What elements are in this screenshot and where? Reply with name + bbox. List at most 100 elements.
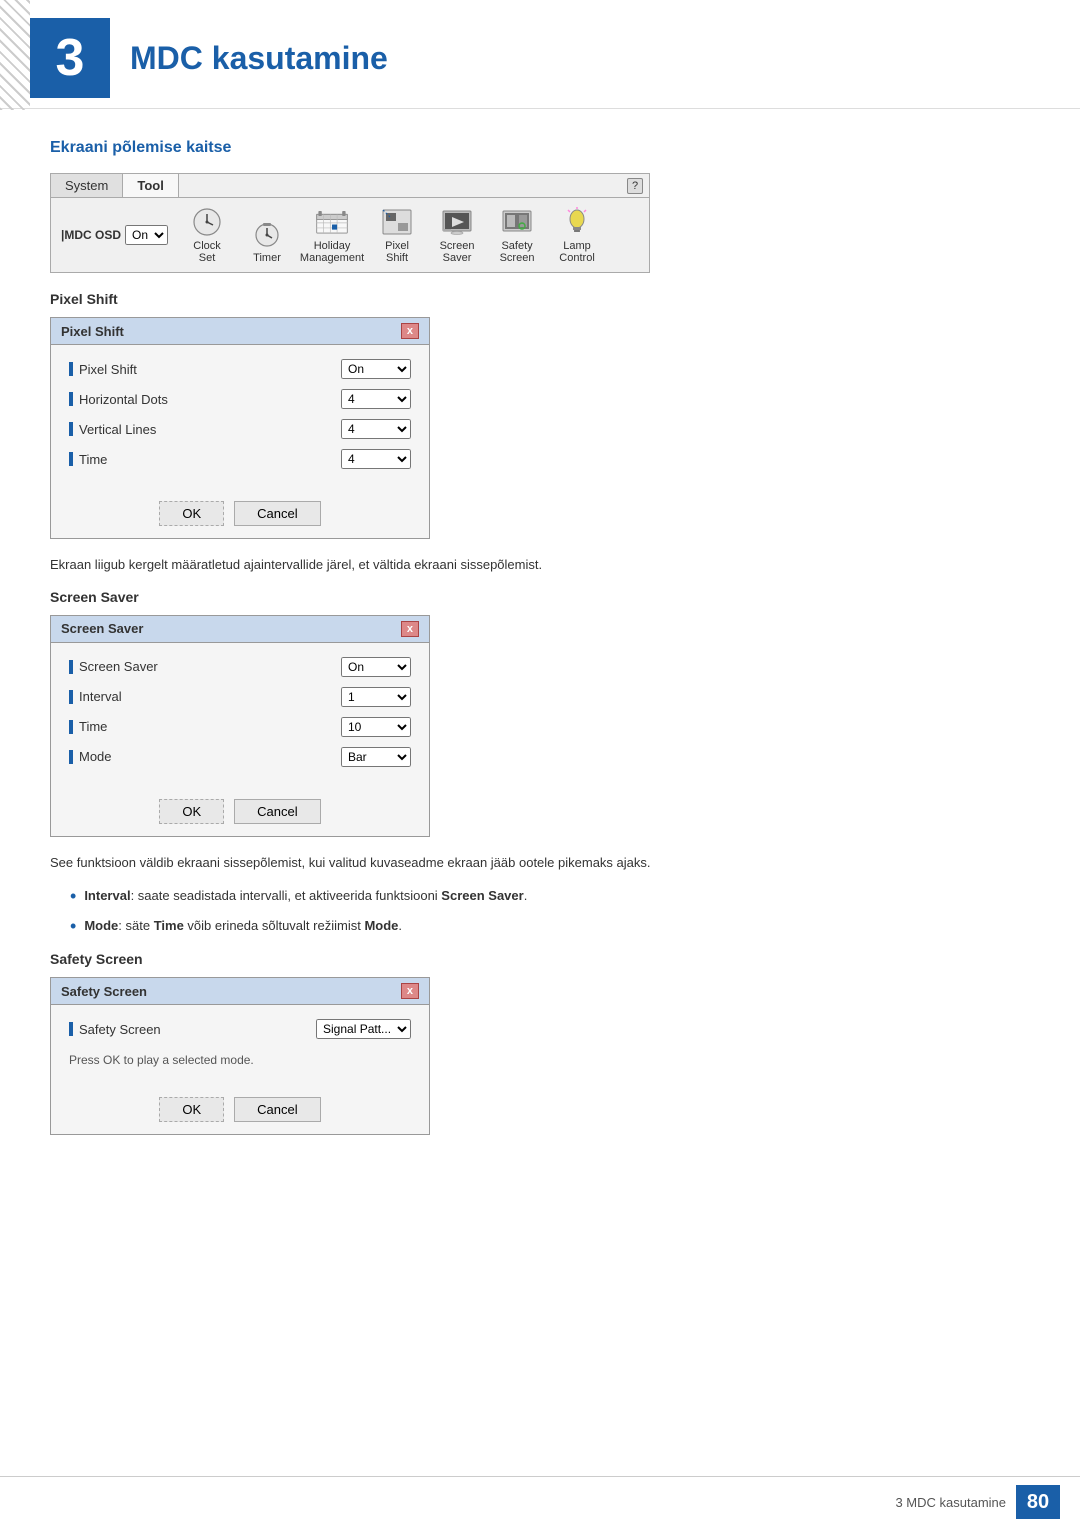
safety-screen-dialog-footer: OK Cancel (51, 1089, 429, 1134)
pixel-shift-label-0: Pixel Shift (69, 362, 137, 377)
safety-bar-0 (69, 1022, 73, 1036)
page-header: 3 MDC kasutamine (0, 0, 1080, 109)
ss-select-2[interactable]: 10515 (341, 717, 411, 737)
clock-set-icon (189, 206, 225, 238)
mdc-osd-select[interactable]: On Off (125, 225, 168, 245)
ss-select-0[interactable]: OnOff (341, 657, 411, 677)
bullet-text-1: Mode: säte Time võib erineda sõltuvalt r… (84, 916, 402, 936)
pixel-shift-label: Pixel (385, 240, 409, 252)
help-button[interactable]: ? (627, 178, 643, 194)
pixel-shift-dialog-body: Pixel Shift OnOff Horizontal Dots 428 (51, 345, 429, 493)
diagonal-pattern (0, 0, 30, 110)
ss-label-0: Screen Saver (69, 659, 158, 674)
chapter-title: MDC kasutamine (130, 40, 388, 77)
safety-screen-cancel-button[interactable]: Cancel (234, 1097, 320, 1122)
ss-label-2: Time (69, 719, 107, 734)
screen-saver-ok-button[interactable]: OK (159, 799, 224, 824)
ss-bar-0 (69, 660, 73, 674)
ss-select-1[interactable]: 125 (341, 687, 411, 707)
toolbar-icon-pixel-shift[interactable]: Pixel Shift (372, 206, 422, 264)
screen-saver-dialog-footer: OK Cancel (51, 791, 429, 836)
bullet-item-1: • Mode: säte Time võib erineda sõltuvalt… (70, 916, 1030, 938)
pixel-shift-dialog-title: Pixel Shift (61, 324, 124, 339)
bullet-text-0: Interval: saate seadistada intervalli, e… (84, 886, 527, 906)
bullet-list: • Interval: saate seadistada intervalli,… (70, 886, 1030, 937)
screen-saver-row-0: Screen Saver OnOff (69, 657, 411, 677)
ss-bar-1 (69, 690, 73, 704)
footer-text: 3 MDC kasutamine (895, 1495, 1006, 1510)
pixel-shift-icon (379, 206, 415, 238)
safety-screen-close-button[interactable]: x (401, 983, 419, 999)
pixel-shift-select-0[interactable]: OnOff (341, 359, 411, 379)
pixel-shift-dialog-footer: OK Cancel (51, 493, 429, 538)
safety-screen-icon (499, 206, 535, 238)
timer-icon (249, 218, 285, 250)
section-title: Ekraani põlemise kaitse (50, 139, 1030, 159)
screen-saver-title: Screen Saver (50, 589, 1030, 605)
ss-bar-3 (69, 750, 73, 764)
pixel-shift-close-button[interactable]: x (401, 323, 419, 339)
lamp-control-label: Lamp (563, 240, 591, 252)
safety-screen-ok-button[interactable]: OK (159, 1097, 224, 1122)
mdc-osd-label: |MDC OSD (61, 228, 121, 242)
pixel-shift-label-3: Time (69, 452, 107, 467)
screen-saver-row-2: Time 10515 (69, 717, 411, 737)
screen-saver-description: See funktsioon väldib ekraani sissepõlem… (50, 853, 1030, 873)
holiday-icon (314, 206, 350, 238)
pixel-shift-row-2: Vertical Lines 428 (69, 419, 411, 439)
safety-screen-dialog-title: Safety Screen (61, 984, 147, 999)
screen-saver-close-button[interactable]: x (401, 621, 419, 637)
toolbar-body: |MDC OSD On Off (51, 198, 649, 272)
screen-saver-cancel-button[interactable]: Cancel (234, 799, 320, 824)
safety-press-msg: Press OK to play a selected mode. (69, 1049, 411, 1075)
toolbar-icon-holiday[interactable]: Holiday Management (302, 206, 362, 264)
clock-set-label2: Set (199, 252, 216, 264)
tab-tool[interactable]: Tool (123, 174, 178, 197)
safety-screen-dialog-body: Safety Screen Signal Patt...WhiteScroll … (51, 1005, 429, 1089)
pixel-shift-dialog: Pixel Shift x Pixel Shift OnOff Horizont… (50, 317, 430, 539)
ss-label-1: Interval (69, 689, 122, 704)
main-content: Ekraani põlemise kaitse System Tool ? |M… (0, 119, 1080, 1171)
ss-label-3: Mode (69, 749, 112, 764)
safety-select-0[interactable]: Signal Patt...WhiteScroll (316, 1019, 411, 1039)
chapter-box: 3 (30, 18, 110, 98)
pixel-shift-title: Pixel Shift (50, 291, 1030, 307)
safety-screen-row-0: Safety Screen Signal Patt...WhiteScroll (69, 1019, 411, 1039)
pixel-shift-select-3[interactable]: 428 (341, 449, 411, 469)
screen-saver-label2: Saver (443, 252, 472, 264)
safety-screen-dialog: Safety Screen x Safety Screen Signal Pat… (50, 977, 430, 1135)
pixel-shift-row-0: Pixel Shift OnOff (69, 359, 411, 379)
bar-icon-0 (69, 362, 73, 376)
pixel-shift-select-2[interactable]: 428 (341, 419, 411, 439)
pixel-shift-cancel-button[interactable]: Cancel (234, 501, 320, 526)
pixel-shift-label-2: Vertical Lines (69, 422, 156, 437)
pixel-shift-row-3: Time 428 (69, 449, 411, 469)
ss-select-3[interactable]: BarPixelRolling (341, 747, 411, 767)
screen-saver-dialog: Screen Saver x Screen Saver OnOff Interv… (50, 615, 430, 837)
screen-saver-label: Screen (440, 240, 475, 252)
bullet-dot-1: • (70, 916, 76, 938)
pixel-shift-row-1: Horizontal Dots 428 (69, 389, 411, 409)
pixel-shift-label2: Shift (386, 252, 408, 264)
pixel-shift-description: Ekraan liigub kergelt määratletud ajaint… (50, 555, 1030, 575)
pixel-shift-ok-button[interactable]: OK (159, 501, 224, 526)
safety-screen-title: Safety Screen (50, 951, 1030, 967)
toolbar-icon-screen-saver[interactable]: Screen Saver (432, 206, 482, 264)
footer-page-number: 80 (1016, 1485, 1060, 1519)
toolbar-icon-clock-set[interactable]: Clock Set (182, 206, 232, 264)
lamp-control-label2: Control (559, 252, 594, 264)
toolbar-tabs: System Tool ? (51, 174, 649, 198)
chapter-number: 3 (56, 32, 85, 84)
toolbar-icon-safety-screen[interactable]: Safety Screen (492, 206, 542, 264)
page-footer: 3 MDC kasutamine 80 (0, 1476, 1080, 1527)
screen-saver-dialog-titlebar: Screen Saver x (51, 616, 429, 643)
clock-set-label: Clock (193, 240, 221, 252)
pixel-shift-select-1[interactable]: 428 (341, 389, 411, 409)
toolbar-icon-lamp-control[interactable]: Lamp Control (552, 206, 602, 264)
tab-system[interactable]: System (51, 174, 123, 197)
bar-icon-2 (69, 422, 73, 436)
toolbar-icon-timer[interactable]: Timer (242, 218, 292, 264)
lamp-control-icon (559, 206, 595, 238)
ss-bar-2 (69, 720, 73, 734)
bar-icon-1 (69, 392, 73, 406)
